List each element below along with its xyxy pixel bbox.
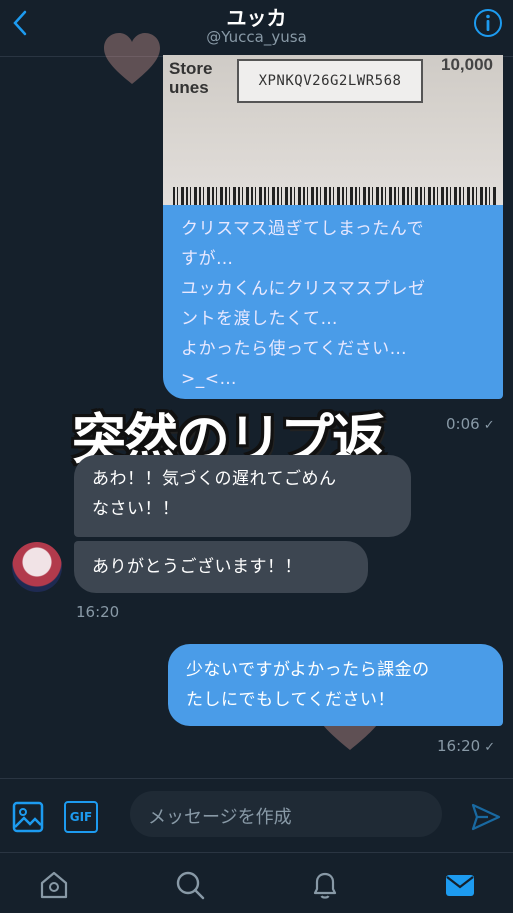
- conversation-handle[interactable]: @Yucca_yusa: [0, 28, 513, 46]
- heart-decoration-icon: [104, 33, 160, 84]
- search-icon[interactable]: [174, 869, 206, 901]
- incoming-message[interactable]: ありがとうございます！！: [74, 541, 368, 593]
- avatar[interactable]: [12, 542, 62, 592]
- outgoing-message[interactable]: クリスマス過ぎてしまったんで すが… ユッカくんにクリスマスプレゼ ントを渡した…: [163, 205, 503, 399]
- home-icon[interactable]: [38, 869, 70, 901]
- message-timestamp: 16:20: [76, 603, 120, 621]
- gif-label: GIF: [69, 810, 93, 824]
- message-composer: GIF メッセージを作成: [0, 778, 513, 853]
- barcode: [173, 187, 498, 205]
- info-icon: [474, 9, 502, 37]
- read-check-icon: ✓: [483, 418, 495, 433]
- bottom-tab-bar: [0, 852, 513, 913]
- shared-image[interactable]: Store unes XPNKQV26G2LWR568 10,000: [163, 55, 503, 205]
- gift-code: XPNKQV26G2LWR568: [237, 59, 423, 103]
- message-timestamp: 16:20 ✓: [437, 737, 496, 755]
- info-button[interactable]: [473, 8, 503, 38]
- message-timestamp: 0:06 ✓: [446, 415, 495, 433]
- outgoing-message[interactable]: 少ないですがよかったら課金の たしにでもしてください！: [168, 644, 503, 726]
- image-icon[interactable]: [12, 801, 44, 833]
- send-icon[interactable]: [470, 801, 502, 833]
- card-store-text: Store unes: [169, 59, 213, 97]
- notifications-bell-icon[interactable]: [309, 869, 341, 901]
- read-check-icon: ✓: [484, 740, 496, 755]
- gift-value: 10,000: [441, 55, 493, 74]
- conversation-title[interactable]: ユッカ: [0, 2, 513, 31]
- message-input[interactable]: メッセージを作成: [130, 791, 442, 837]
- message-input-placeholder: メッセージを作成: [148, 807, 292, 828]
- conversation-header: ユッカ @Yucca_yusa: [0, 0, 513, 57]
- incoming-message[interactable]: あわ！！気づくの遅れてごめん なさい！！: [74, 455, 411, 537]
- gif-button[interactable]: GIF: [64, 801, 98, 833]
- messages-mail-icon[interactable]: [444, 869, 476, 901]
